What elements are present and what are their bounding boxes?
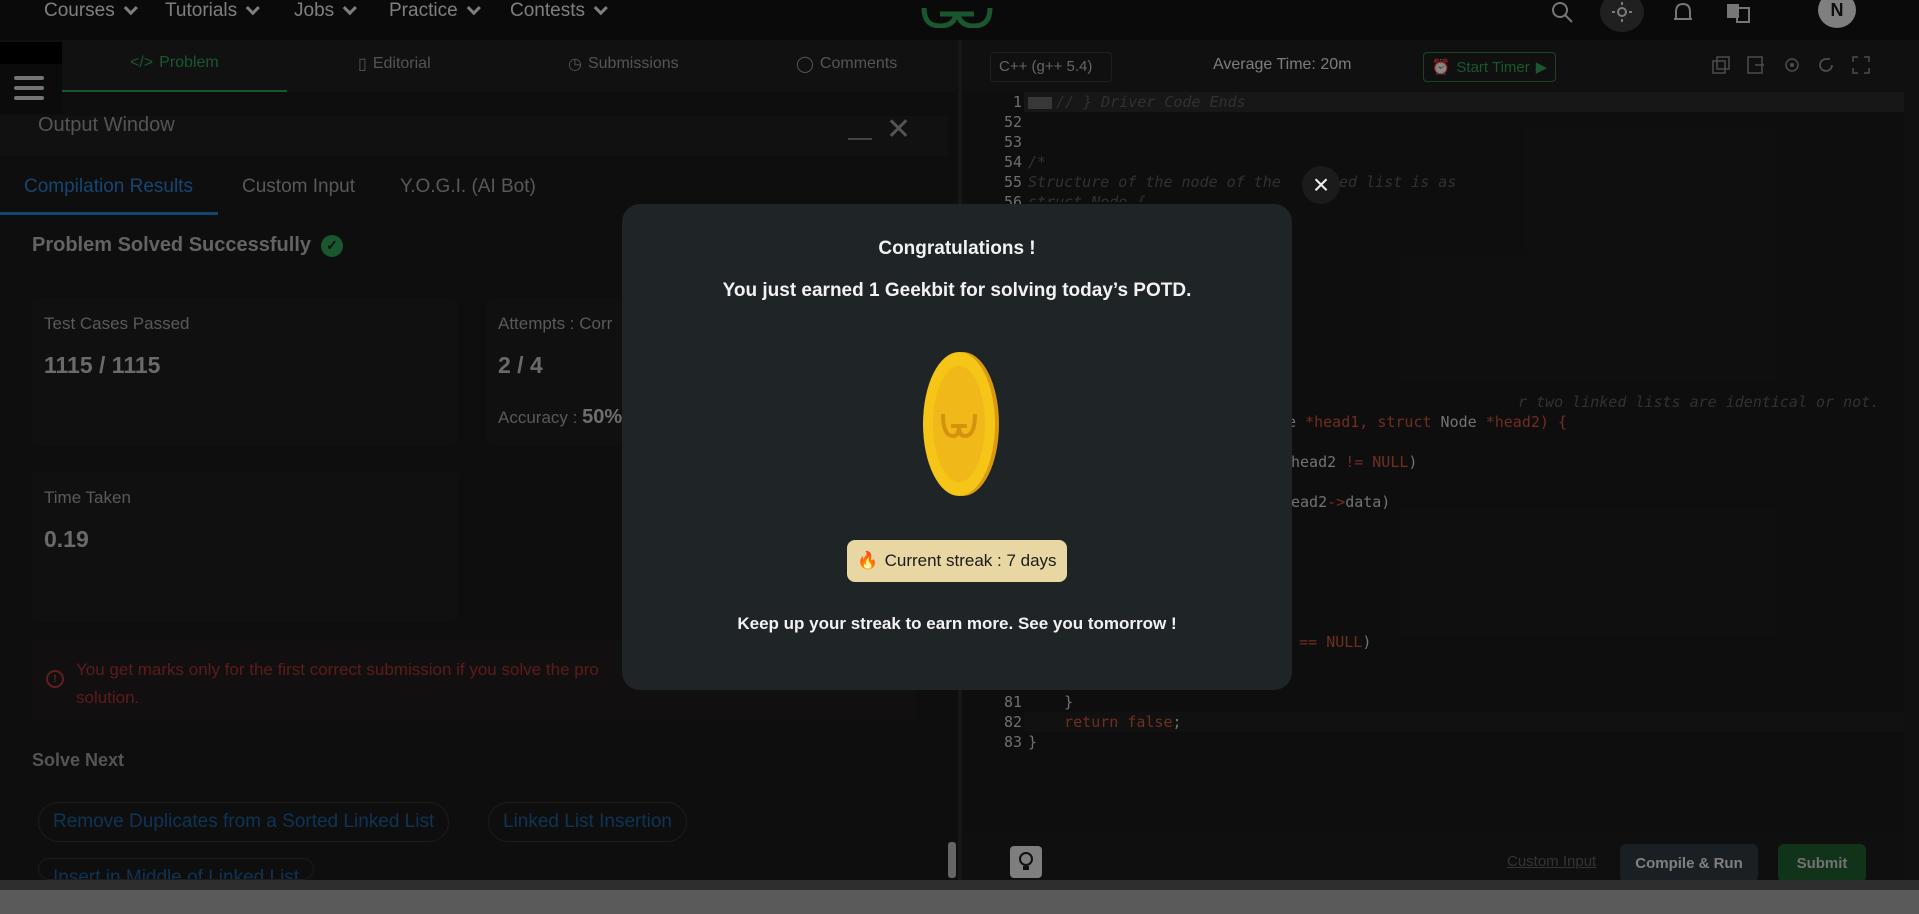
streak-badge: 🔥 Current streak : 7 days: [847, 540, 1067, 582]
modal-title: Congratulations !: [878, 238, 1036, 259]
modal-subtitle: You just earned 1 Geekbit for solving to…: [722, 280, 1192, 301]
bottom-scrollbar[interactable]: [0, 880, 1919, 914]
geekbit-coin-icon: [923, 352, 999, 496]
modal-footer-text: Keep up your streak to earn more. See yo…: [737, 614, 1177, 633]
scrollbar-track: [0, 890, 1919, 914]
fire-icon: 🔥: [857, 551, 879, 570]
close-modal-button[interactable]: ×: [1302, 166, 1340, 204]
streak-text: Current streak : 7 days: [884, 551, 1057, 570]
